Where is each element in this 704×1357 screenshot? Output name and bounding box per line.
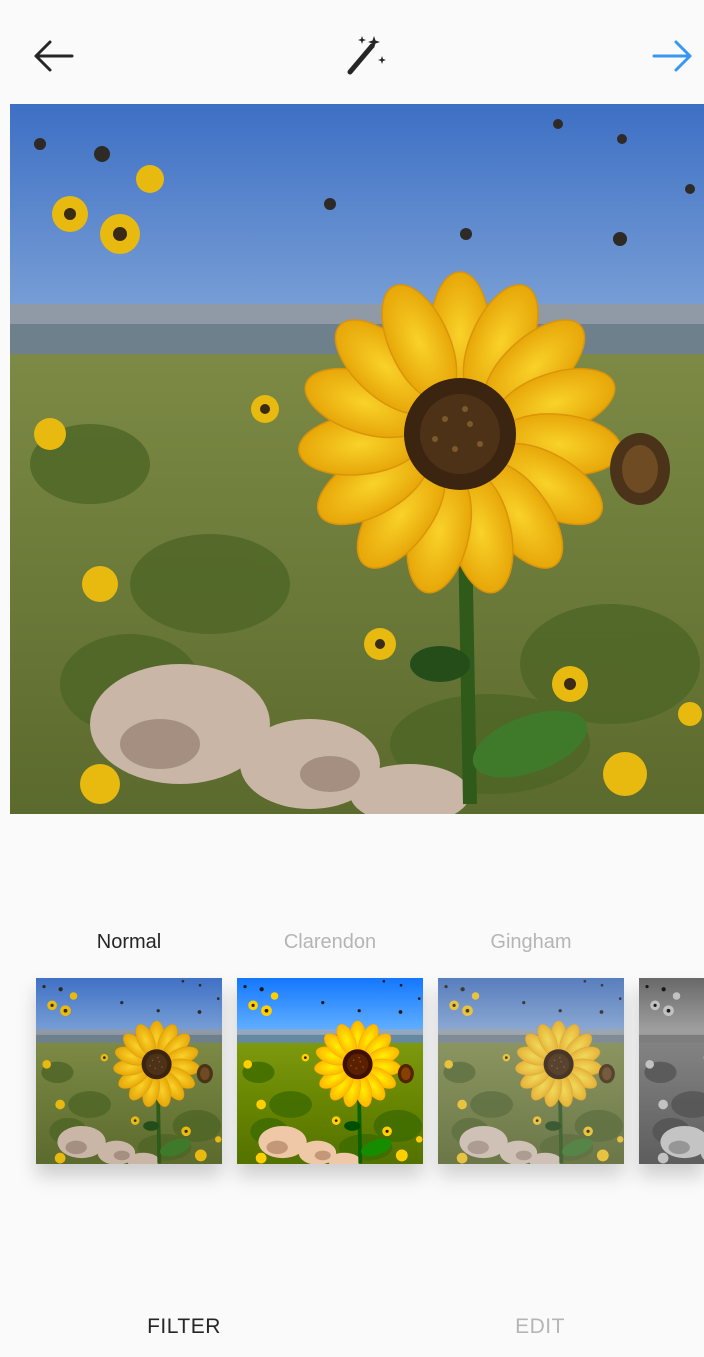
top-bar <box>0 0 704 104</box>
tab-filter[interactable]: FILTER <box>84 1315 284 1339</box>
filter-thumbnail[interactable] <box>639 978 704 1164</box>
filter-thumbnail[interactable] <box>237 978 423 1164</box>
filter-label: Clarendon <box>283 931 377 953</box>
magic-wand-icon[interactable] <box>338 30 390 82</box>
bottom-tabs: FILTER EDIT <box>0 1295 704 1357</box>
filter-strip[interactable]: Normal Clarendon Gingham <box>0 930 704 1170</box>
filter-thumbnail[interactable] <box>36 978 222 1164</box>
photo-filter-screen: Normal Clarendon Gingham FILTER EDIT <box>0 0 704 1357</box>
arrow-left-icon[interactable] <box>28 36 78 76</box>
filter-label <box>639 930 704 956</box>
tab-edit[interactable]: EDIT <box>440 1315 640 1339</box>
filter-gingham[interactable]: Gingham <box>438 930 624 956</box>
filter-clarendon[interactable]: Clarendon <box>237 930 423 956</box>
filter-label: Gingham <box>490 931 572 953</box>
arrow-right-icon[interactable] <box>650 36 700 76</box>
filter-thumbnail[interactable] <box>438 978 624 1164</box>
photo-preview <box>10 104 704 814</box>
filter-label: Normal <box>96 931 162 953</box>
filter-partial[interactable] <box>639 930 704 956</box>
filter-normal[interactable]: Normal <box>36 930 222 956</box>
